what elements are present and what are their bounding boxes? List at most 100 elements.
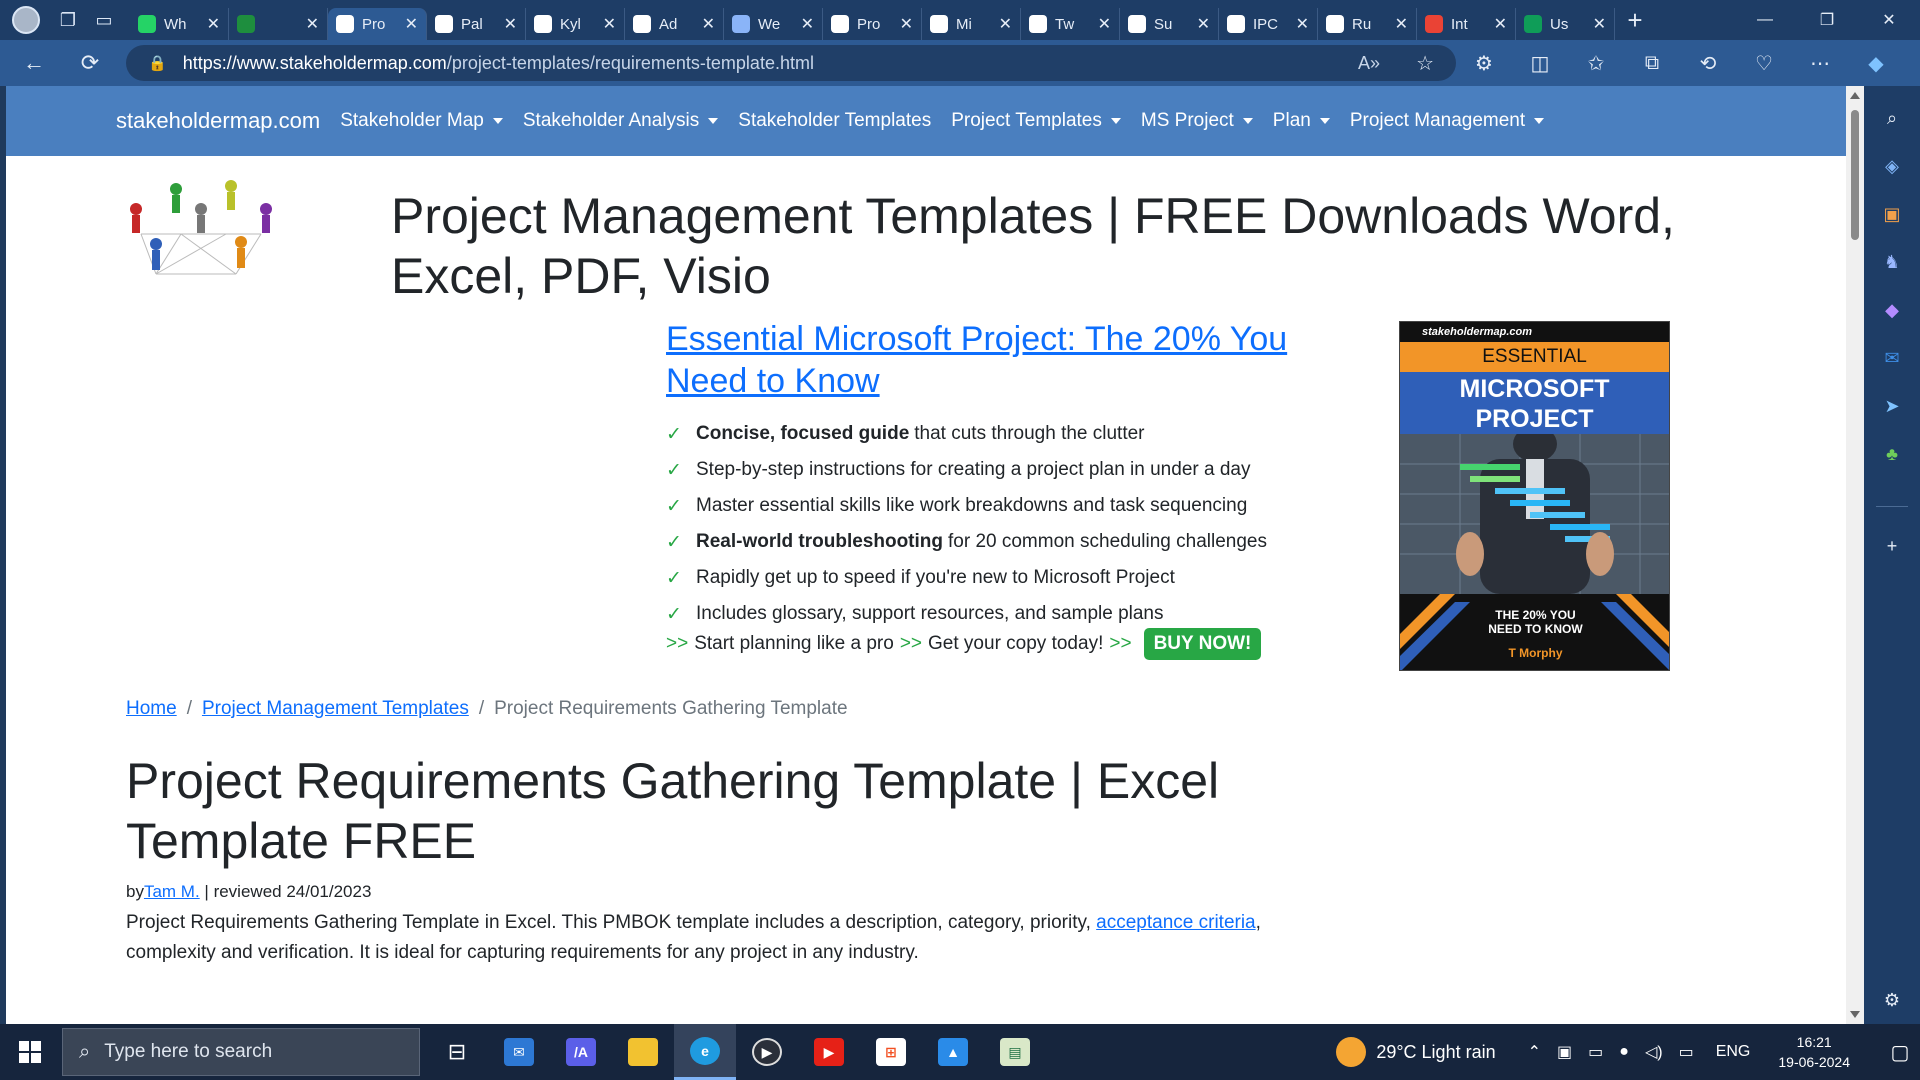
close-tab-icon[interactable]: ✕ — [1395, 14, 1408, 34]
mail-app-icon[interactable]: ✉ — [488, 1024, 550, 1080]
nav-item-stakeholder-map[interactable]: Stakeholder Map — [340, 110, 503, 132]
edge-browser-icon[interactable]: e — [674, 1024, 736, 1080]
browser-tab[interactable]: Tw ✕ — [1021, 8, 1120, 40]
sidebar-shopping-icon[interactable]: ◈ — [1878, 152, 1906, 180]
close-tab-icon[interactable]: ✕ — [1296, 14, 1309, 34]
tray-network-icon[interactable]: ▣ — [1557, 1042, 1572, 1062]
performance-icon[interactable]: ♡ — [1736, 46, 1792, 80]
extensions-icon[interactable]: ⚙ — [1456, 46, 1512, 80]
taskbar-clock[interactable]: 16:21 19-06-2024 — [1778, 1032, 1850, 1072]
close-tab-icon[interactable]: ✕ — [405, 14, 418, 34]
copilot-icon[interactable]: ◆ — [1848, 46, 1904, 80]
scrollbar-thumb[interactable] — [1851, 110, 1859, 240]
breadcrumb-home-link[interactable]: Home — [126, 698, 177, 719]
photos-app-icon[interactable]: ▲ — [922, 1024, 984, 1080]
new-tab-button[interactable]: + — [1615, 5, 1655, 36]
nav-item-stakeholder-templates[interactable]: Stakeholder Templates — [738, 110, 931, 132]
profile-avatar[interactable] — [12, 6, 40, 34]
close-tab-icon[interactable]: ✕ — [504, 14, 517, 34]
lock-icon[interactable]: 🔒 — [148, 54, 167, 72]
acceptance-criteria-link[interactable]: acceptance criteria — [1096, 912, 1255, 933]
close-tab-icon[interactable]: ✕ — [603, 14, 616, 34]
nav-item-ms-project[interactable]: MS Project — [1141, 110, 1253, 132]
nav-item-stakeholder-analysis[interactable]: Stakeholder Analysis — [523, 110, 719, 132]
browser-tab[interactable]: Ru ✕ — [1318, 8, 1417, 40]
read-aloud-icon[interactable]: A» — [1358, 53, 1380, 74]
tray-chevron-icon[interactable]: ⌃ — [1528, 1042, 1541, 1062]
refresh-button[interactable]: ⟳ — [68, 43, 112, 83]
browser-tab[interactable]: Su ✕ — [1120, 8, 1219, 40]
close-window-button[interactable]: ✕ — [1858, 0, 1920, 40]
sidebar-outlook-icon[interactable]: ✉ — [1878, 344, 1906, 372]
close-tab-icon[interactable]: ✕ — [1197, 14, 1210, 34]
youtube-icon[interactable]: ▶ — [798, 1024, 860, 1080]
notifications-icon[interactable]: ▢ — [1880, 1040, 1920, 1065]
more-menu-icon[interactable]: ⋯ — [1792, 46, 1848, 80]
nav-item-project-templates[interactable]: Project Templates — [951, 110, 1121, 132]
microsoft-store-icon[interactable]: ⊞ — [860, 1024, 922, 1080]
browser-tab[interactable]: Int ✕ — [1417, 8, 1516, 40]
close-tab-icon[interactable]: ✕ — [1593, 14, 1606, 34]
browser-tab[interactable]: Ad ✕ — [625, 8, 724, 40]
favorite-star-icon[interactable]: ☆ — [1416, 51, 1434, 76]
sidebar-games-icon[interactable]: ♞ — [1878, 248, 1906, 276]
close-tab-icon[interactable]: ✕ — [1494, 14, 1507, 34]
author-link[interactable]: Tam M. — [144, 882, 200, 901]
sidebar-copilot-icon[interactable]: ◆ — [1878, 296, 1906, 324]
browser-tab[interactable]: ✕ — [229, 8, 328, 40]
sidebar-tree-icon[interactable]: ♣ — [1878, 440, 1906, 468]
m365-app-icon[interactable]: /A — [550, 1024, 612, 1080]
sidebar-add-icon[interactable]: + — [1878, 532, 1906, 560]
display-icon[interactable]: ▭ — [1679, 1042, 1694, 1062]
windows-start-button[interactable] — [0, 1024, 60, 1080]
stakeholder-network-logo[interactable] — [116, 174, 286, 304]
file-explorer-icon[interactable] — [612, 1024, 674, 1080]
browser-tab[interactable]: Wh ✕ — [130, 8, 229, 40]
restore-button[interactable]: ❐ — [1796, 0, 1858, 40]
favorites-icon[interactable]: ✩ — [1568, 46, 1624, 80]
browser-tab[interactable]: Mi ✕ — [922, 8, 1021, 40]
nav-item-project-management[interactable]: Project Management — [1350, 110, 1545, 132]
task-view-icon[interactable]: ⊟ — [426, 1024, 488, 1080]
scroll-down-arrow[interactable] — [1850, 1011, 1860, 1018]
history-icon[interactable]: ⟲ — [1680, 46, 1736, 80]
close-tab-icon[interactable]: ✕ — [702, 14, 715, 34]
browser-tab[interactable]: Us ✕ — [1516, 8, 1615, 40]
browser-tab[interactable]: Kyl ✕ — [526, 8, 625, 40]
browser-tab[interactable]: IPC ✕ — [1219, 8, 1318, 40]
collections-icon[interactable]: ⧉ — [1624, 46, 1680, 80]
weather-widget[interactable]: 29°C Light rain — [1336, 1037, 1496, 1067]
sidebar-search-icon[interactable]: ⌕ — [1878, 104, 1906, 132]
browser-tab[interactable]: Pal ✕ — [427, 8, 526, 40]
close-tab-icon[interactable]: ✕ — [1098, 14, 1111, 34]
buy-now-button[interactable]: BUY NOW! — [1143, 628, 1262, 660]
split-screen-icon[interactable]: ◫ — [1512, 46, 1568, 80]
microphone-icon[interactable]: ● — [1619, 1043, 1629, 1061]
sidebar-send-icon[interactable]: ➤ — [1878, 392, 1906, 420]
media-player-icon[interactable]: ▶ — [736, 1024, 798, 1080]
excel-chart-icon[interactable]: ▤ — [984, 1024, 1046, 1080]
close-tab-icon[interactable]: ✕ — [900, 14, 913, 34]
back-button[interactable]: ← — [12, 43, 56, 83]
book-cover-image[interactable]: stakeholdermap.com ESSENTIAL MICROSOFT P… — [1399, 321, 1670, 671]
taskbar-search-box[interactable]: ⌕ Type here to search — [62, 1028, 420, 1076]
language-indicator[interactable]: ENG — [1716, 1043, 1751, 1061]
scroll-up-arrow[interactable] — [1850, 92, 1860, 99]
book-promo-link[interactable]: Essential Microsoft Project: The 20% You… — [666, 318, 1346, 402]
close-tab-icon[interactable]: ✕ — [207, 14, 220, 34]
volume-icon[interactable]: ◁) — [1645, 1042, 1663, 1062]
minimize-button[interactable]: — — [1734, 0, 1796, 40]
address-bar[interactable]: 🔒 https://www.stakeholdermap.com/project… — [126, 45, 1456, 81]
close-tab-icon[interactable]: ✕ — [999, 14, 1012, 34]
browser-tab[interactable]: Pro ✕ — [328, 8, 427, 40]
site-brand-link[interactable]: stakeholdermap.com — [116, 108, 320, 134]
sidebar-settings-icon[interactable]: ⚙ — [1878, 986, 1906, 1014]
tab-actions-icon[interactable]: ▭ — [86, 2, 122, 38]
breadcrumb-section-link[interactable]: Project Management Templates — [202, 698, 469, 719]
battery-icon[interactable]: ▭ — [1588, 1042, 1603, 1062]
workspaces-icon[interactable]: ❐ — [50, 2, 86, 38]
sidebar-tools-icon[interactable]: ▣ — [1878, 200, 1906, 228]
close-tab-icon[interactable]: ✕ — [801, 14, 814, 34]
close-tab-icon[interactable]: ✕ — [306, 14, 319, 34]
nav-item-plan[interactable]: Plan — [1273, 110, 1330, 132]
